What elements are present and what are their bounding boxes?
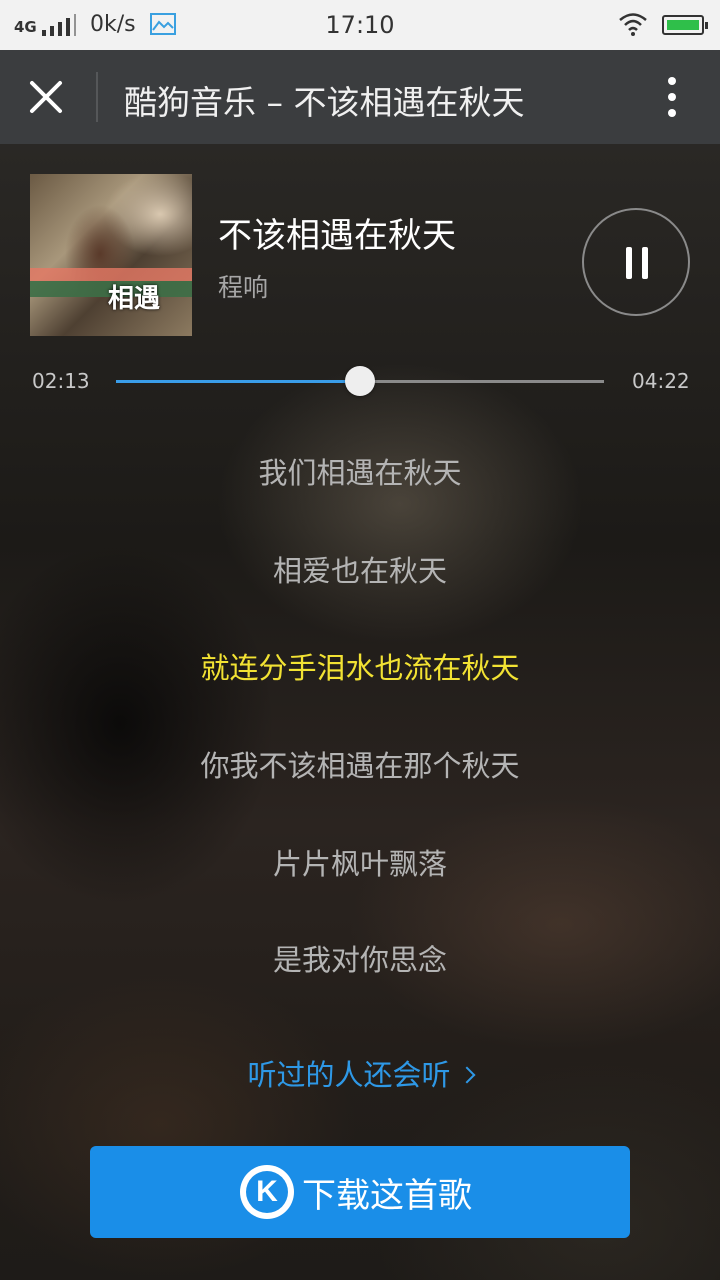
download-label: 下载这首歌	[302, 1176, 472, 1216]
progress-thumb[interactable]	[345, 366, 375, 396]
lyric-line: 相爱也在秋天	[272, 554, 447, 588]
cover-text: 相遇	[108, 284, 161, 314]
lyric-line: 我们相遇在秋天	[258, 456, 462, 490]
wifi-icon	[619, 13, 647, 36]
close-icon[interactable]	[26, 77, 66, 117]
header-divider	[96, 72, 98, 122]
total-time: 04:22	[632, 369, 690, 393]
current-time: 02:13	[32, 369, 90, 393]
app-header: 酷狗音乐 – 不该相遇在秋天	[0, 50, 720, 144]
lyric-line: 你我不该相遇在那个秋天	[200, 749, 520, 783]
artist-name: 程响	[218, 273, 269, 302]
song-title: 不该相遇在秋天	[218, 216, 456, 256]
related-songs-link[interactable]: 听过的人还会听	[0, 1052, 720, 1094]
pause-button[interactable]	[582, 208, 690, 316]
kugou-logo-icon: K	[240, 1165, 294, 1219]
pause-icon	[626, 247, 632, 279]
battery-icon	[662, 15, 708, 35]
lyric-line: 片片枫叶飘落	[272, 847, 447, 881]
chevron-right-icon	[458, 1066, 475, 1084]
progress-slider[interactable]	[116, 366, 604, 396]
album-cover: 相遇	[30, 174, 192, 336]
download-button[interactable]: K 下载这首歌	[90, 1146, 630, 1238]
more-vertical-icon[interactable]	[650, 75, 694, 119]
status-bar: 4G 0k/s 17:10	[0, 0, 720, 50]
lyric-line-current: 就连分手泪水也流在秋天	[200, 651, 520, 685]
related-songs-label: 听过的人还会听	[247, 1058, 451, 1092]
clock: 17:10	[325, 11, 395, 39]
progress-played	[116, 380, 360, 383]
page-title: 酷狗音乐 – 不该相遇在秋天	[124, 83, 525, 122]
lyric-line: 是我对你思念	[272, 943, 447, 977]
